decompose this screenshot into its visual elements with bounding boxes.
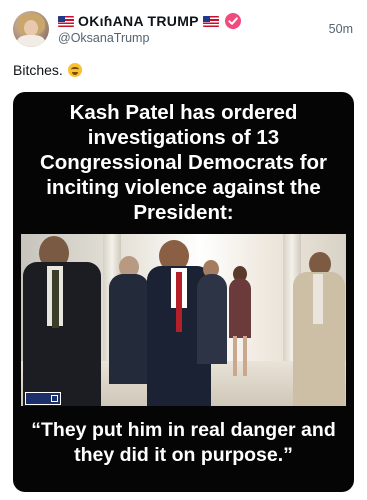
avatar-body	[17, 35, 45, 47]
post-media-image[interactable]: Kash Patel has ordered investigations of…	[13, 92, 354, 492]
author-name-row[interactable]: OKιɦANA TRUMP	[58, 11, 241, 31]
grimacing-smile-emoji-icon	[67, 63, 82, 77]
avatar-face	[24, 20, 38, 36]
media-quote: “They put him in real danger and they di…	[31, 419, 336, 466]
author-display-name[interactable]: OKιɦANA TRUMP	[78, 13, 199, 29]
post-timestamp[interactable]: 50m	[329, 22, 353, 36]
media-headline: Kash Patel has ordered investigations of…	[39, 101, 328, 224]
verified-badge-icon	[224, 13, 241, 29]
news-logo-badge	[25, 392, 61, 405]
us-flag-icon	[58, 15, 74, 27]
us-flag-icon	[202, 15, 219, 27]
avatar[interactable]	[13, 11, 49, 47]
media-photo	[21, 234, 346, 406]
author-handle[interactable]: @OksanaTrump	[58, 31, 149, 45]
post-text: Bitches.	[13, 62, 82, 78]
post-text-content: Bitches.	[13, 62, 63, 78]
